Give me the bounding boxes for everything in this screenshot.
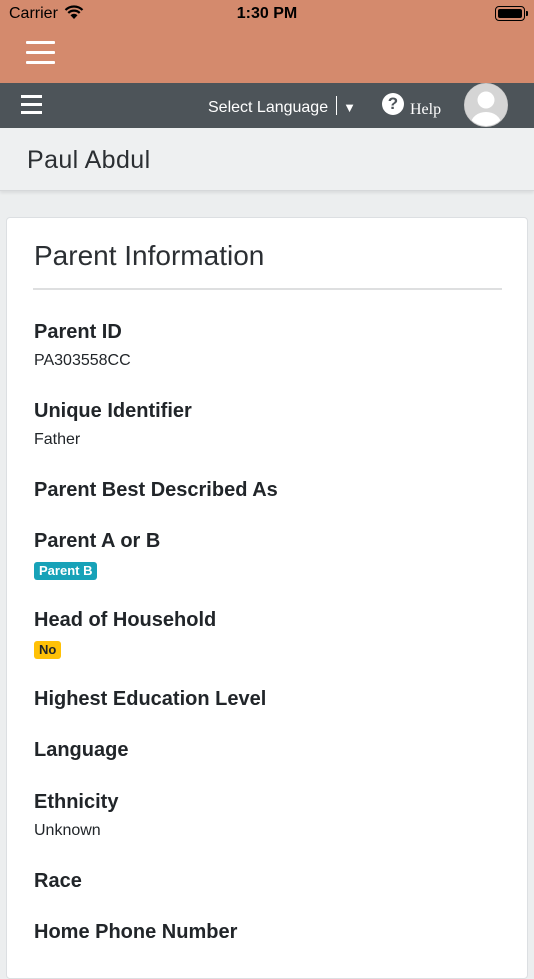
clock: 1:30 PM xyxy=(236,5,298,22)
language-label: Language xyxy=(34,739,129,761)
ethnicity-value: Unknown xyxy=(34,822,101,839)
head-of-household-label: Head of Household xyxy=(34,609,217,631)
page-title: Paul Abdul xyxy=(27,146,151,174)
parent-info-card: Parent Information Parent ID PA303558CC … xyxy=(6,217,528,979)
app-bar: Carrier 1:30 PM xyxy=(0,0,534,83)
parent-id-value: PA303558CC xyxy=(34,352,131,369)
help-label: Help xyxy=(410,101,442,119)
unique-identifier-value: Father xyxy=(34,431,81,448)
best-described-label: Parent Best Described As xyxy=(34,479,278,501)
hamburger-icon[interactable] xyxy=(26,41,55,64)
ethnicity-label: Ethnicity xyxy=(34,791,119,813)
card-title: Parent Information xyxy=(34,240,265,271)
education-label: Highest Education Level xyxy=(34,688,267,710)
help-link[interactable]: ? Help xyxy=(382,93,441,119)
parent-b-badge: Parent B xyxy=(34,562,98,580)
help-icon: ? xyxy=(382,93,404,115)
language-select[interactable]: Select Language ▼ xyxy=(208,96,356,117)
status-bar: Carrier 1:30 PM xyxy=(0,0,534,28)
language-select-label: Select Language xyxy=(208,99,329,116)
home-phone-label: Home Phone Number xyxy=(34,921,238,943)
head-of-household-badge: No xyxy=(34,641,62,659)
page-header: Paul Abdul xyxy=(0,128,534,191)
avatar-icon xyxy=(465,84,507,126)
battery-icon xyxy=(495,6,528,21)
avatar[interactable] xyxy=(464,83,508,127)
hamburger-icon[interactable] xyxy=(21,95,42,114)
race-label: Race xyxy=(34,870,82,892)
parent-id-label: Parent ID xyxy=(34,321,122,343)
divider xyxy=(33,288,502,290)
unique-identifier-label: Unique Identifier xyxy=(34,400,192,422)
nav-bar: Select Language ▼ ? Help xyxy=(0,83,534,128)
chevron-down-icon: ▼ xyxy=(343,100,356,115)
parent-a-or-b-label: Parent A or B xyxy=(34,530,161,552)
